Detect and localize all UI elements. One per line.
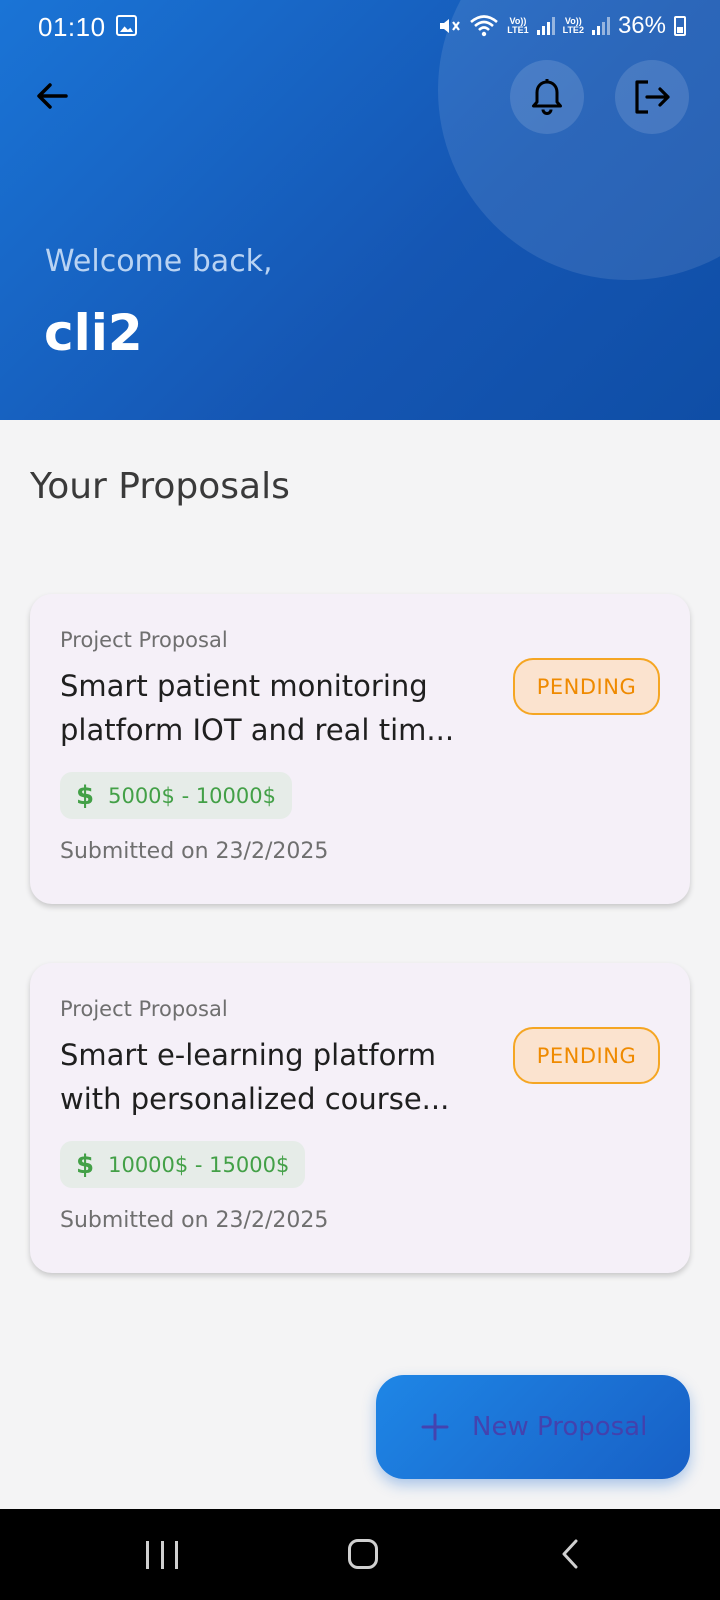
dollar-icon: $ [76, 1149, 95, 1180]
arrow-left-icon [37, 83, 68, 109]
budget-range: 10000$ - 15000$ [108, 1152, 290, 1177]
wifi-icon [470, 15, 499, 37]
signal-2-icon [591, 17, 610, 35]
recent-apps-button[interactable] [146, 1541, 178, 1569]
section-title: Your Proposals [30, 466, 290, 507]
budget-range: 5000$ - 10000$ [108, 783, 276, 808]
welcome-text: Welcome back, [45, 244, 273, 279]
system-back-button[interactable] [556, 1539, 586, 1569]
budget-chip: $ 5000$ - 10000$ [60, 772, 292, 819]
proposal-label: Project Proposal [60, 997, 228, 1021]
notifications-button[interactable] [510, 60, 584, 134]
proposal-card[interactable]: Project Proposal Smart patient monitorin… [30, 594, 690, 904]
proposal-label: Project Proposal [60, 628, 228, 652]
status-bar: 01:10 Vo)) LTE1 Vo)) LTE2 36% [0, 0, 720, 52]
plus-icon [421, 1413, 449, 1441]
dollar-icon: $ [76, 780, 95, 811]
status-icons: Vo)) LTE1 Vo)) LTE2 36% [437, 10, 686, 42]
status-badge: PENDING [513, 1027, 660, 1084]
submitted-date: Submitted on 23/2/2025 [60, 839, 329, 864]
new-proposal-label: New Proposal [472, 1412, 648, 1442]
submitted-date: Submitted on 23/2/2025 [60, 1208, 329, 1233]
proposal-card[interactable]: Project Proposal Smart e-learning platfo… [30, 963, 690, 1273]
lte1-indicator: Vo)) LTE1 [507, 16, 529, 35]
lte2-indicator: Vo)) LTE2 [562, 16, 584, 35]
image-notification-icon [116, 15, 137, 36]
system-nav-bar [0, 1509, 720, 1600]
mute-icon [440, 19, 461, 33]
logout-button[interactable] [615, 60, 689, 134]
status-badge: PENDING [513, 658, 660, 715]
new-proposal-button[interactable]: New Proposal [376, 1375, 690, 1479]
battery-percent: 36% [617, 12, 666, 39]
back-button[interactable] [30, 74, 74, 118]
chevron-left-icon [562, 1539, 578, 1569]
username: cli2 [44, 304, 143, 362]
header: 01:10 Vo)) LTE1 Vo)) LTE2 36% Welcome ba… [0, 0, 720, 420]
home-button[interactable] [348, 1539, 378, 1569]
budget-chip: $ 10000$ - 15000$ [60, 1141, 306, 1188]
bell-icon [532, 79, 562, 115]
logout-icon [635, 80, 670, 114]
battery-icon [674, 16, 686, 36]
status-time: 01:10 [38, 12, 106, 42]
proposal-title: Smart patient monitoring platform IOT an… [60, 669, 455, 747]
signal-1-icon [536, 17, 555, 35]
proposal-title: Smart e-learning platform with personali… [60, 1038, 450, 1116]
